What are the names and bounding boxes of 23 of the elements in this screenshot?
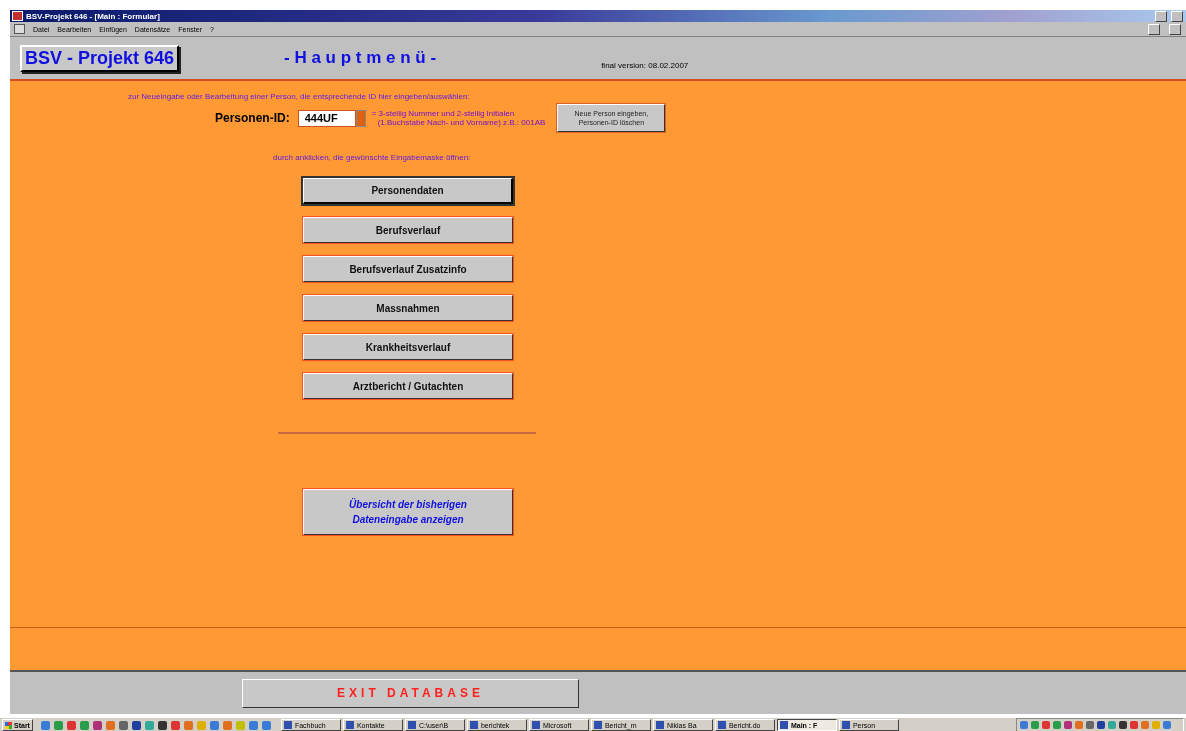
form-button[interactable]: Berufsverlauf [303,217,513,243]
form-button[interactable]: Personendaten [303,178,513,204]
window-title: BSV-Projekt 646 - [Main : Formular] [26,11,160,21]
restore-button[interactable] [1169,23,1181,35]
hint-text: = 3-stellig Nummer und 2-stellig Initialen [371,109,516,118]
instruction-text: durch anklicken, die gewünschte Eingabemaske öffnen: [273,153,471,162]
form-button[interactable]: Arztbericht / Gutachten [303,373,513,399]
minimize-button[interactable] [1155,10,1167,22]
form-icon [14,24,25,34]
version-label: final version: 08.02.2007 [601,60,689,70]
person-id-field[interactable]: 444UF [297,109,356,127]
form-button[interactable]: Berufsverlauf Zusatzinfo [303,256,513,282]
instruction-text: zur Neueingabe oder Bearbeitung einer Person, die entsprechende ID hier eingeben/auswählen: [128,92,470,101]
overview-button[interactable]: Übersicht der bisherigen Dateneingabe anzeigen [303,489,513,535]
restore-button[interactable] [1171,10,1183,22]
main-menu-title: - H a u p t m e n ü - [284,48,437,68]
form-button[interactable]: Krankheitsverlauf [303,334,513,360]
app-icon [12,11,23,21]
field-label: Personen-ID: [215,111,290,125]
hint-text: (1.Buchstabe Nach- und Vorname) z.B.: 001AB [377,118,546,127]
minimize-button[interactable] [1148,23,1160,35]
project-title: BSV - Projekt 646 [20,44,180,72]
form-button[interactable]: Massnahmen [303,295,513,321]
